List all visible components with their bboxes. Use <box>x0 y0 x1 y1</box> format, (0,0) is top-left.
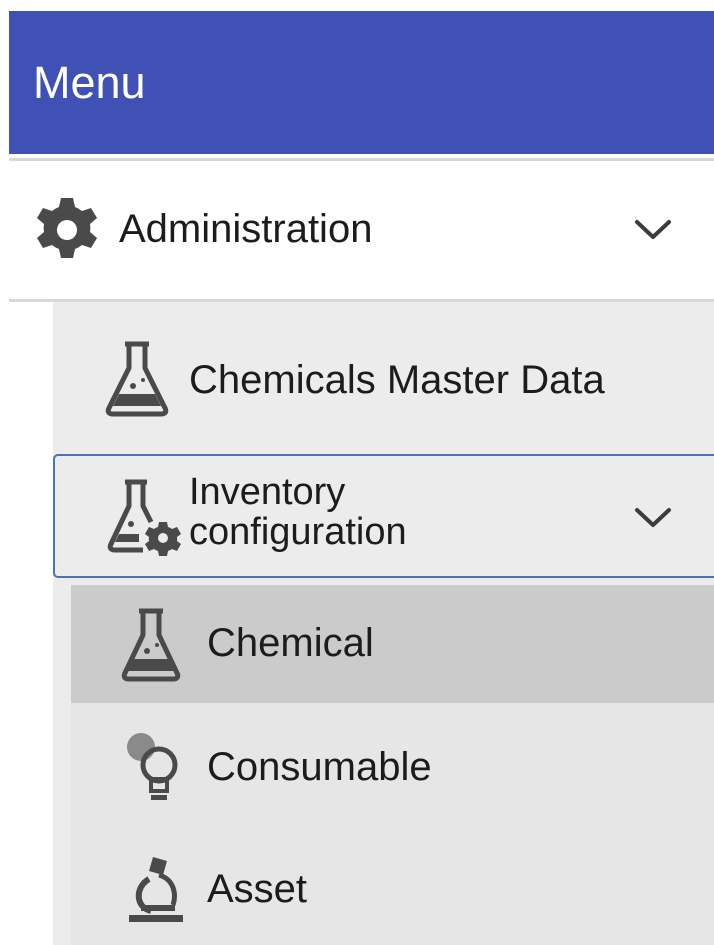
menu-item-label: Consumable <box>207 745 432 789</box>
microscope-icon <box>129 857 183 922</box>
flask-gear-icon <box>107 479 181 556</box>
chevron-down-icon[interactable] <box>633 506 673 530</box>
menu-item-label: Chemicals Master Data <box>189 358 605 402</box>
menu-title: Menu <box>33 56 146 108</box>
menu-item-chemicals-master-data[interactable]: Chemicals Master Data <box>53 320 714 440</box>
gear-icon <box>37 198 97 258</box>
menu-item-label: Administration <box>119 207 373 251</box>
administration-submenu: Chemicals Master Data Inventory configur… <box>9 302 714 945</box>
inventory-configuration-submenu: Chemical Consumable Asset <box>71 585 714 945</box>
chevron-down-icon[interactable] <box>633 218 673 242</box>
menu-item-label: Inventory configuration <box>189 471 407 553</box>
menu-item-chemical[interactable]: Chemical <box>71 585 714 703</box>
flask-icon <box>121 608 181 682</box>
menu-item-asset[interactable]: Asset <box>71 837 714 945</box>
lightbulb-icon <box>127 733 178 800</box>
side-menu: Menu Administration Chemicals Master Dat… <box>9 11 714 945</box>
menu-item-label: Chemical <box>207 621 374 665</box>
flask-icon <box>105 341 169 417</box>
menu-item-administration[interactable]: Administration <box>9 161 714 299</box>
menu-item-label: Asset <box>207 867 308 911</box>
menu-item-consumable[interactable]: Consumable <box>71 715 714 825</box>
menu-header: Menu <box>9 11 714 154</box>
menu-item-inventory-configuration[interactable]: Inventory configuration <box>53 454 714 578</box>
